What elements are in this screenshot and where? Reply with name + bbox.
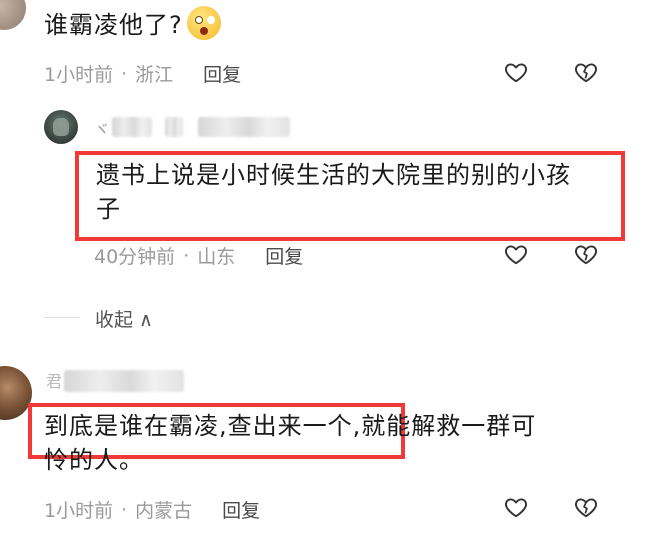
separator: · — [121, 498, 128, 521]
comment-body: 谁霸凌他了? — [44, 11, 183, 39]
username[interactable]: ヾ — [94, 116, 110, 140]
comment-text: 谁霸凌他了? — [44, 6, 221, 43]
comment-time: 40分钟前 — [94, 246, 176, 268]
comment-line: 怜的人。 — [44, 446, 144, 474]
blurred-username — [112, 117, 152, 137]
blurred-username — [64, 370, 184, 392]
blurred-username — [198, 117, 290, 137]
comment-meta: 1小时前 · 浙江 回复 — [44, 60, 241, 87]
comment-text: 遗书上说是小时候生活的大院里的别的小孩 子 — [96, 158, 571, 226]
comment-meta: 40分钟前 · 山东 回复 — [94, 242, 303, 269]
divider — [44, 317, 80, 318]
collapse-button[interactable]: 收起 ∧ — [95, 305, 153, 332]
highlighted-text: 到底是谁在霸凌,查出来一个, — [44, 412, 362, 440]
comment-location: 山东 — [197, 246, 236, 268]
comment-time: 1小时前 — [44, 500, 114, 522]
comment-line: 遗书上说是小时候生活的大院里的别的小孩 — [96, 161, 571, 189]
comment-line: 到底是谁在霸凌,查出来一个,就能解救一群可 — [44, 409, 536, 443]
like-heart-icon[interactable] — [503, 241, 529, 267]
reply-button[interactable]: 回复 — [265, 242, 303, 269]
username[interactable]: 君 — [46, 368, 62, 392]
reply-button[interactable]: 回复 — [203, 60, 241, 87]
like-heart-icon[interactable] — [503, 494, 529, 520]
comment-text-rest: 就能解救一群可 — [361, 412, 537, 440]
comment-location: 浙江 — [135, 64, 174, 86]
dislike-broken-heart-icon[interactable] — [573, 494, 599, 520]
dislike-broken-heart-icon[interactable] — [573, 241, 599, 267]
avatar[interactable] — [0, 0, 26, 30]
blurred-username — [165, 117, 183, 137]
like-heart-icon[interactable] — [503, 59, 529, 85]
comment-location: 内蒙古 — [135, 500, 193, 522]
avatar[interactable] — [44, 110, 78, 144]
separator: · — [121, 62, 128, 85]
shocked-emoji-icon — [186, 6, 221, 40]
comment-text: 到底是谁在霸凌,查出来一个,就能解救一群可 怜的人。 — [44, 409, 536, 477]
reply-button[interactable]: 回复 — [222, 496, 260, 523]
comment-meta: 1小时前 · 内蒙古 回复 — [44, 496, 260, 523]
comment-time: 1小时前 — [44, 64, 114, 86]
dislike-broken-heart-icon[interactable] — [573, 59, 599, 85]
comment-line: 子 — [96, 195, 121, 223]
separator: · — [183, 244, 190, 267]
